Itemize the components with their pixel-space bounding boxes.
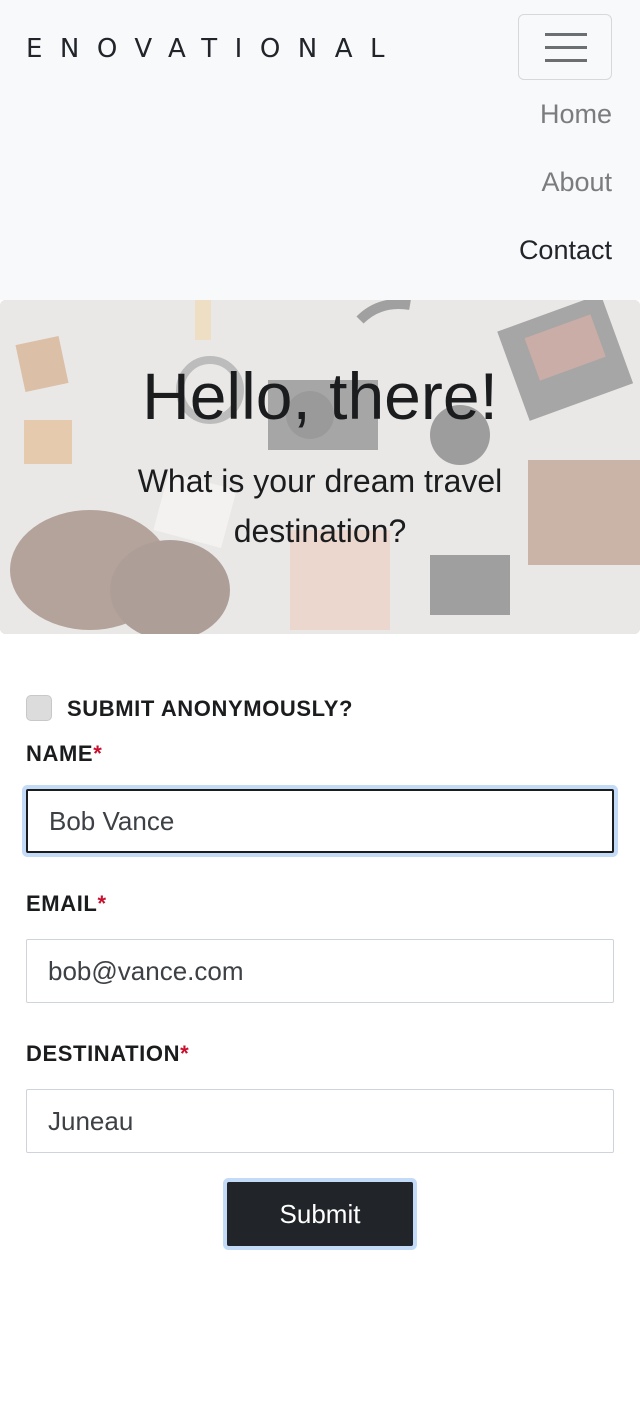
name-label: NAME* (26, 741, 103, 766)
email-input[interactable] (26, 939, 614, 1003)
required-marker: * (93, 741, 103, 766)
brand-logo[interactable]: ENOVATIONAL (26, 34, 402, 64)
nav-link-contact[interactable]: Contact (519, 235, 612, 266)
name-input[interactable] (26, 789, 614, 853)
hero-banner: Hello, there! What is your dream travel … (0, 300, 640, 634)
navbar-toggler-button[interactable] (518, 14, 612, 80)
hero-title: Hello, there! (142, 359, 498, 433)
required-marker: * (180, 1041, 190, 1066)
email-label: EMAIL* (26, 891, 107, 916)
anonymous-checkbox[interactable] (26, 695, 52, 721)
anonymous-checkbox-label: SUBMIT ANONYMOUSLY? (67, 696, 354, 721)
destination-input[interactable] (26, 1089, 614, 1153)
nav-link-about[interactable]: About (541, 167, 612, 198)
submit-button[interactable]: Submit (227, 1182, 413, 1246)
required-marker: * (97, 891, 107, 916)
hamburger-icon (545, 33, 587, 36)
hero-subtitle: What is your dream travel destination? (137, 463, 503, 549)
destination-label: DESTINATION* (26, 1041, 190, 1066)
navbar: ENOVATIONAL Home About Contact (0, 0, 640, 300)
nav-link-home[interactable]: Home (540, 99, 612, 130)
